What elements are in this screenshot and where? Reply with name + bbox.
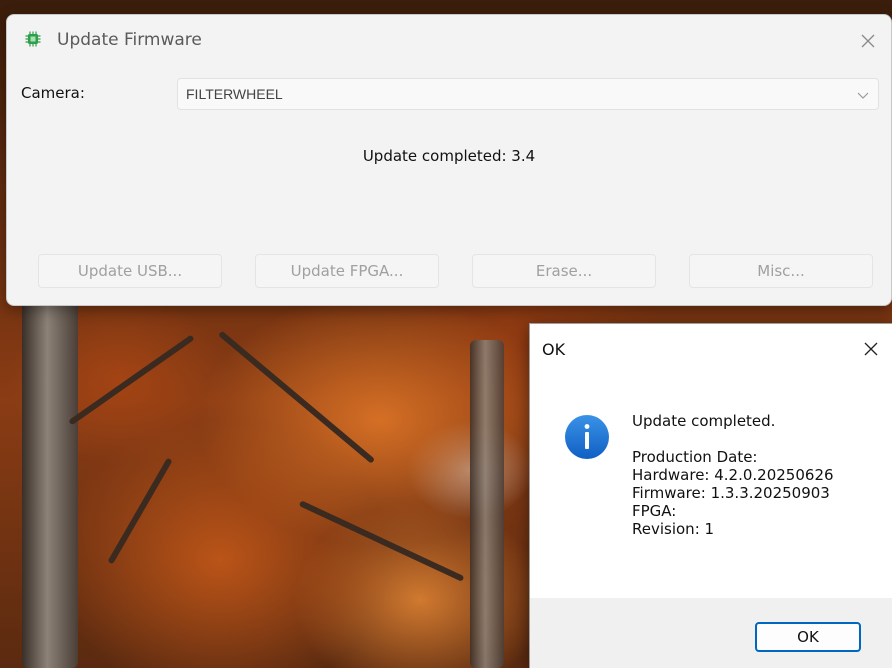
- detail-hardware: Hardware: 4.2.0.20250626: [632, 466, 834, 484]
- camera-label: Camera:: [21, 84, 85, 102]
- update-firmware-window: Update Firmware Camera: FILTERWHEEL Upda…: [6, 14, 892, 306]
- tree-branch: [107, 457, 173, 565]
- chevron-down-icon: [857, 92, 869, 99]
- camera-select[interactable]: FILTERWHEEL: [177, 78, 879, 110]
- tree-branch: [68, 334, 195, 426]
- detail-fpga: FPGA:: [632, 502, 677, 520]
- detail-firmware: Firmware: 1.3.3.20250903: [632, 484, 830, 502]
- tree-trunk: [22, 300, 78, 668]
- close-icon: [861, 34, 875, 48]
- detail-revision: Revision: 1: [632, 520, 715, 538]
- close-icon: [864, 342, 878, 356]
- message-heading: Update completed.: [632, 412, 776, 430]
- erase-button[interactable]: Erase...: [472, 254, 656, 288]
- detail-production-date: Production Date:: [632, 448, 758, 466]
- dialog-footer: OK: [530, 598, 892, 668]
- misc-button[interactable]: Misc...: [689, 254, 873, 288]
- update-usb-button[interactable]: Update USB...: [38, 254, 222, 288]
- update-status-text: Update completed: 3.4: [362, 147, 536, 165]
- tree-trunk: [470, 340, 504, 668]
- window-close-button[interactable]: [845, 15, 891, 67]
- chip-icon: [25, 31, 41, 47]
- dialog-message: Update completed. Production Date: Hardw…: [632, 412, 834, 538]
- ok-button[interactable]: OK: [755, 622, 861, 652]
- dialog-title: OK: [542, 340, 566, 359]
- tree-branch: [218, 330, 376, 464]
- camera-select-value: FILTERWHEEL: [186, 86, 283, 102]
- tree-branch: [298, 500, 465, 582]
- update-fpga-button[interactable]: Update FPGA...: [255, 254, 439, 288]
- window-title: Update Firmware: [57, 30, 202, 50]
- info-icon: [565, 415, 609, 459]
- ok-dialog: OK Update completed. Production Date: Ha…: [529, 323, 892, 668]
- dialog-titlebar[interactable]: OK: [530, 324, 892, 374]
- dialog-close-button[interactable]: [849, 324, 892, 374]
- dialog-body: Update completed. Production Date: Hardw…: [530, 374, 892, 598]
- window-titlebar[interactable]: Update Firmware: [7, 15, 891, 67]
